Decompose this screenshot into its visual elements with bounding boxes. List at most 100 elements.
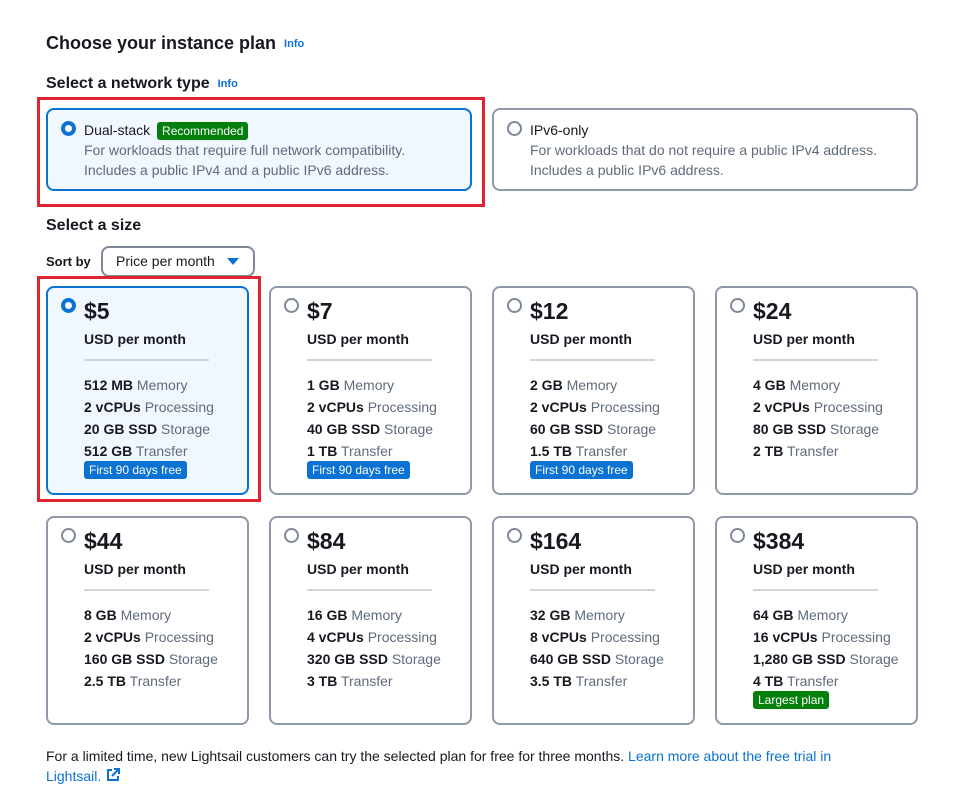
plan-spec-storage: 40 GB SSD Storage	[307, 421, 434, 437]
network-option-label: IPv6-only	[530, 122, 589, 138]
plan-specs: 4 GB Memory 2 vCPUs Processing 80 GB SSD S…	[753, 374, 883, 462]
sort-select-value: Price per month	[116, 253, 215, 269]
plan-spec-storage: 60 GB SSD Storage	[530, 421, 657, 437]
plan-spec-cpu: 2 vCPUs Processing	[84, 629, 214, 645]
plan-spec-transfer: 3 TB Transfer	[307, 673, 393, 689]
plan-spec-memory: 4 GB Memory	[753, 377, 841, 393]
plan-period: USD per month	[753, 561, 855, 577]
plan-radio[interactable]	[61, 298, 76, 313]
plan-card[interactable]: $84 USD per month 16 GB Memory 4 vCPUs Proc…	[269, 516, 472, 725]
plan-spec-memory: 512 MB Memory	[84, 377, 188, 393]
title-info-link[interactable]: Info	[284, 38, 304, 50]
network-info-link[interactable]: Info	[218, 78, 238, 90]
plan-badge: First 90 days free	[84, 461, 187, 479]
plan-badge: First 90 days free	[307, 461, 410, 479]
plan-divider	[530, 359, 655, 361]
recommended-badge: Recommended	[157, 122, 249, 140]
plan-spec-memory: 16 GB Memory	[307, 607, 402, 623]
plan-price: $84	[307, 528, 346, 554]
plan-price: $44	[84, 528, 123, 554]
plan-price: $24	[753, 298, 792, 324]
plan-card[interactable]: $44 USD per month 8 GB Memory 2 vCPUs Proce…	[46, 516, 249, 725]
plan-specs: 1 GB Memory 2 vCPUs Processing 40 GB SSD S…	[307, 374, 437, 462]
plan-spec-transfer: 1 TB Transfer	[307, 443, 393, 459]
plan-specs: 32 GB Memory 8 vCPUs Processing 640 GB SSD…	[530, 604, 664, 692]
external-link-icon[interactable]	[105, 767, 121, 788]
plan-spec-transfer: 2 TB Transfer	[753, 443, 839, 459]
plan-spec-transfer: 512 GB Transfer	[84, 443, 188, 459]
network-option-desc: For workloads that do not require a publ…	[530, 142, 878, 158]
plan-card[interactable]: $24 USD per month 4 GB Memory 2 vCPUs Proce…	[715, 286, 918, 495]
sort-by-label: Sort by	[46, 254, 91, 269]
page-title: Choose your instance plan Info	[46, 33, 305, 53]
plan-card[interactable]: $164 USD per month 32 GB Memory 8 vCPUs Pro…	[492, 516, 695, 725]
plan-divider	[530, 589, 655, 591]
plan-divider	[84, 359, 209, 361]
plan-card[interactable]: $5 USD per month 512 MB Memory 2 vCPUs Proc…	[46, 286, 249, 495]
plan-period: USD per month	[84, 331, 186, 347]
plan-price: $5	[84, 298, 110, 324]
plan-specs: 512 MB Memory 2 vCPUs Processing 20 GB SSD…	[84, 374, 214, 462]
network-option-desc: For workloads that require full network …	[84, 142, 406, 158]
plan-spec-memory: 64 GB Memory	[753, 607, 848, 623]
sort-select[interactable]: Price per month	[101, 246, 255, 277]
plan-radio[interactable]	[730, 298, 745, 313]
plan-spec-cpu: 2 vCPUs Processing	[753, 399, 883, 415]
plan-period: USD per month	[753, 331, 855, 347]
plan-divider	[753, 589, 878, 591]
plan-specs: 2 GB Memory 2 vCPUs Processing 60 GB SSD S…	[530, 374, 660, 462]
plan-card[interactable]: $7 USD per month 1 GB Memory 2 vCPUs Proces…	[269, 286, 472, 495]
plan-radio[interactable]	[507, 528, 522, 543]
plan-period: USD per month	[530, 561, 632, 577]
plan-spec-storage: 160 GB SSD Storage	[84, 651, 218, 667]
plan-spec-memory: 8 GB Memory	[84, 607, 172, 623]
plan-spec-transfer: 2.5 TB Transfer	[84, 673, 182, 689]
plan-specs: 16 GB Memory 4 vCPUs Processing 320 GB SSD…	[307, 604, 441, 692]
plan-spec-storage: 320 GB SSD Storage	[307, 651, 441, 667]
plan-spec-cpu: 2 vCPUs Processing	[307, 399, 437, 415]
plan-period: USD per month	[84, 561, 186, 577]
caret-down-icon	[227, 258, 239, 265]
plan-spec-transfer: 4 TB Transfer	[753, 673, 839, 689]
network-option-ipv6-only[interactable]: IPv6-only For workloads that do not requ…	[492, 108, 918, 191]
plan-divider	[84, 589, 209, 591]
plan-spec-transfer: 3.5 TB Transfer	[530, 673, 628, 689]
plan-spec-cpu: 16 vCPUs Processing	[753, 629, 891, 645]
plan-divider	[307, 359, 432, 361]
radio-dual-stack[interactable]	[61, 121, 76, 136]
plan-radio[interactable]	[284, 298, 299, 313]
radio-ipv6-only[interactable]	[507, 121, 522, 136]
plan-spec-storage: 1,280 GB SSD Storage	[753, 651, 899, 667]
network-option-dual-stack[interactable]: Dual-stack Recommended For workloads tha…	[46, 108, 472, 191]
plan-spec-memory: 2 GB Memory	[530, 377, 618, 393]
plan-radio[interactable]	[507, 298, 522, 313]
plan-spec-memory: 1 GB Memory	[307, 377, 395, 393]
plan-spec-cpu: 8 vCPUs Processing	[530, 629, 660, 645]
plan-spec-storage: 640 GB SSD Storage	[530, 651, 664, 667]
plan-specs: 8 GB Memory 2 vCPUs Processing 160 GB SSD …	[84, 604, 218, 692]
plan-badge: First 90 days free	[530, 461, 633, 479]
plan-radio[interactable]	[61, 528, 76, 543]
plan-divider	[307, 589, 432, 591]
plan-spec-transfer: 1.5 TB Transfer	[530, 443, 628, 459]
network-option-desc: Includes a public IPv4 and a public IPv6…	[84, 162, 390, 178]
plan-price: $7	[307, 298, 333, 324]
network-type-heading: Select a network type Info	[46, 75, 238, 92]
plan-price: $164	[530, 528, 582, 554]
plan-period: USD per month	[307, 561, 409, 577]
select-size-heading: Select a size	[46, 217, 142, 234]
plan-card[interactable]: $12 USD per month 2 GB Memory 2 vCPUs Proce…	[492, 286, 695, 495]
plan-radio[interactable]	[284, 528, 299, 543]
plan-radio[interactable]	[730, 528, 745, 543]
network-option-label: Dual-stack	[84, 122, 151, 138]
plan-spec-storage: 80 GB SSD Storage	[753, 421, 880, 437]
plan-spec-storage: 20 GB SSD Storage	[84, 421, 211, 437]
network-option-desc: Includes a public IPv6 address.	[530, 162, 724, 178]
plan-spec-cpu: 2 vCPUs Processing	[84, 399, 214, 415]
plan-card[interactable]: $384 USD per month 64 GB Memory 16 vCPUs Pr…	[715, 516, 918, 725]
plan-spec-cpu: 4 vCPUs Processing	[307, 629, 437, 645]
plan-badge: Largest plan	[753, 691, 830, 709]
plan-price: $384	[753, 528, 805, 554]
plan-price: $12	[530, 298, 569, 324]
plan-spec-cpu: 2 vCPUs Processing	[530, 399, 660, 415]
